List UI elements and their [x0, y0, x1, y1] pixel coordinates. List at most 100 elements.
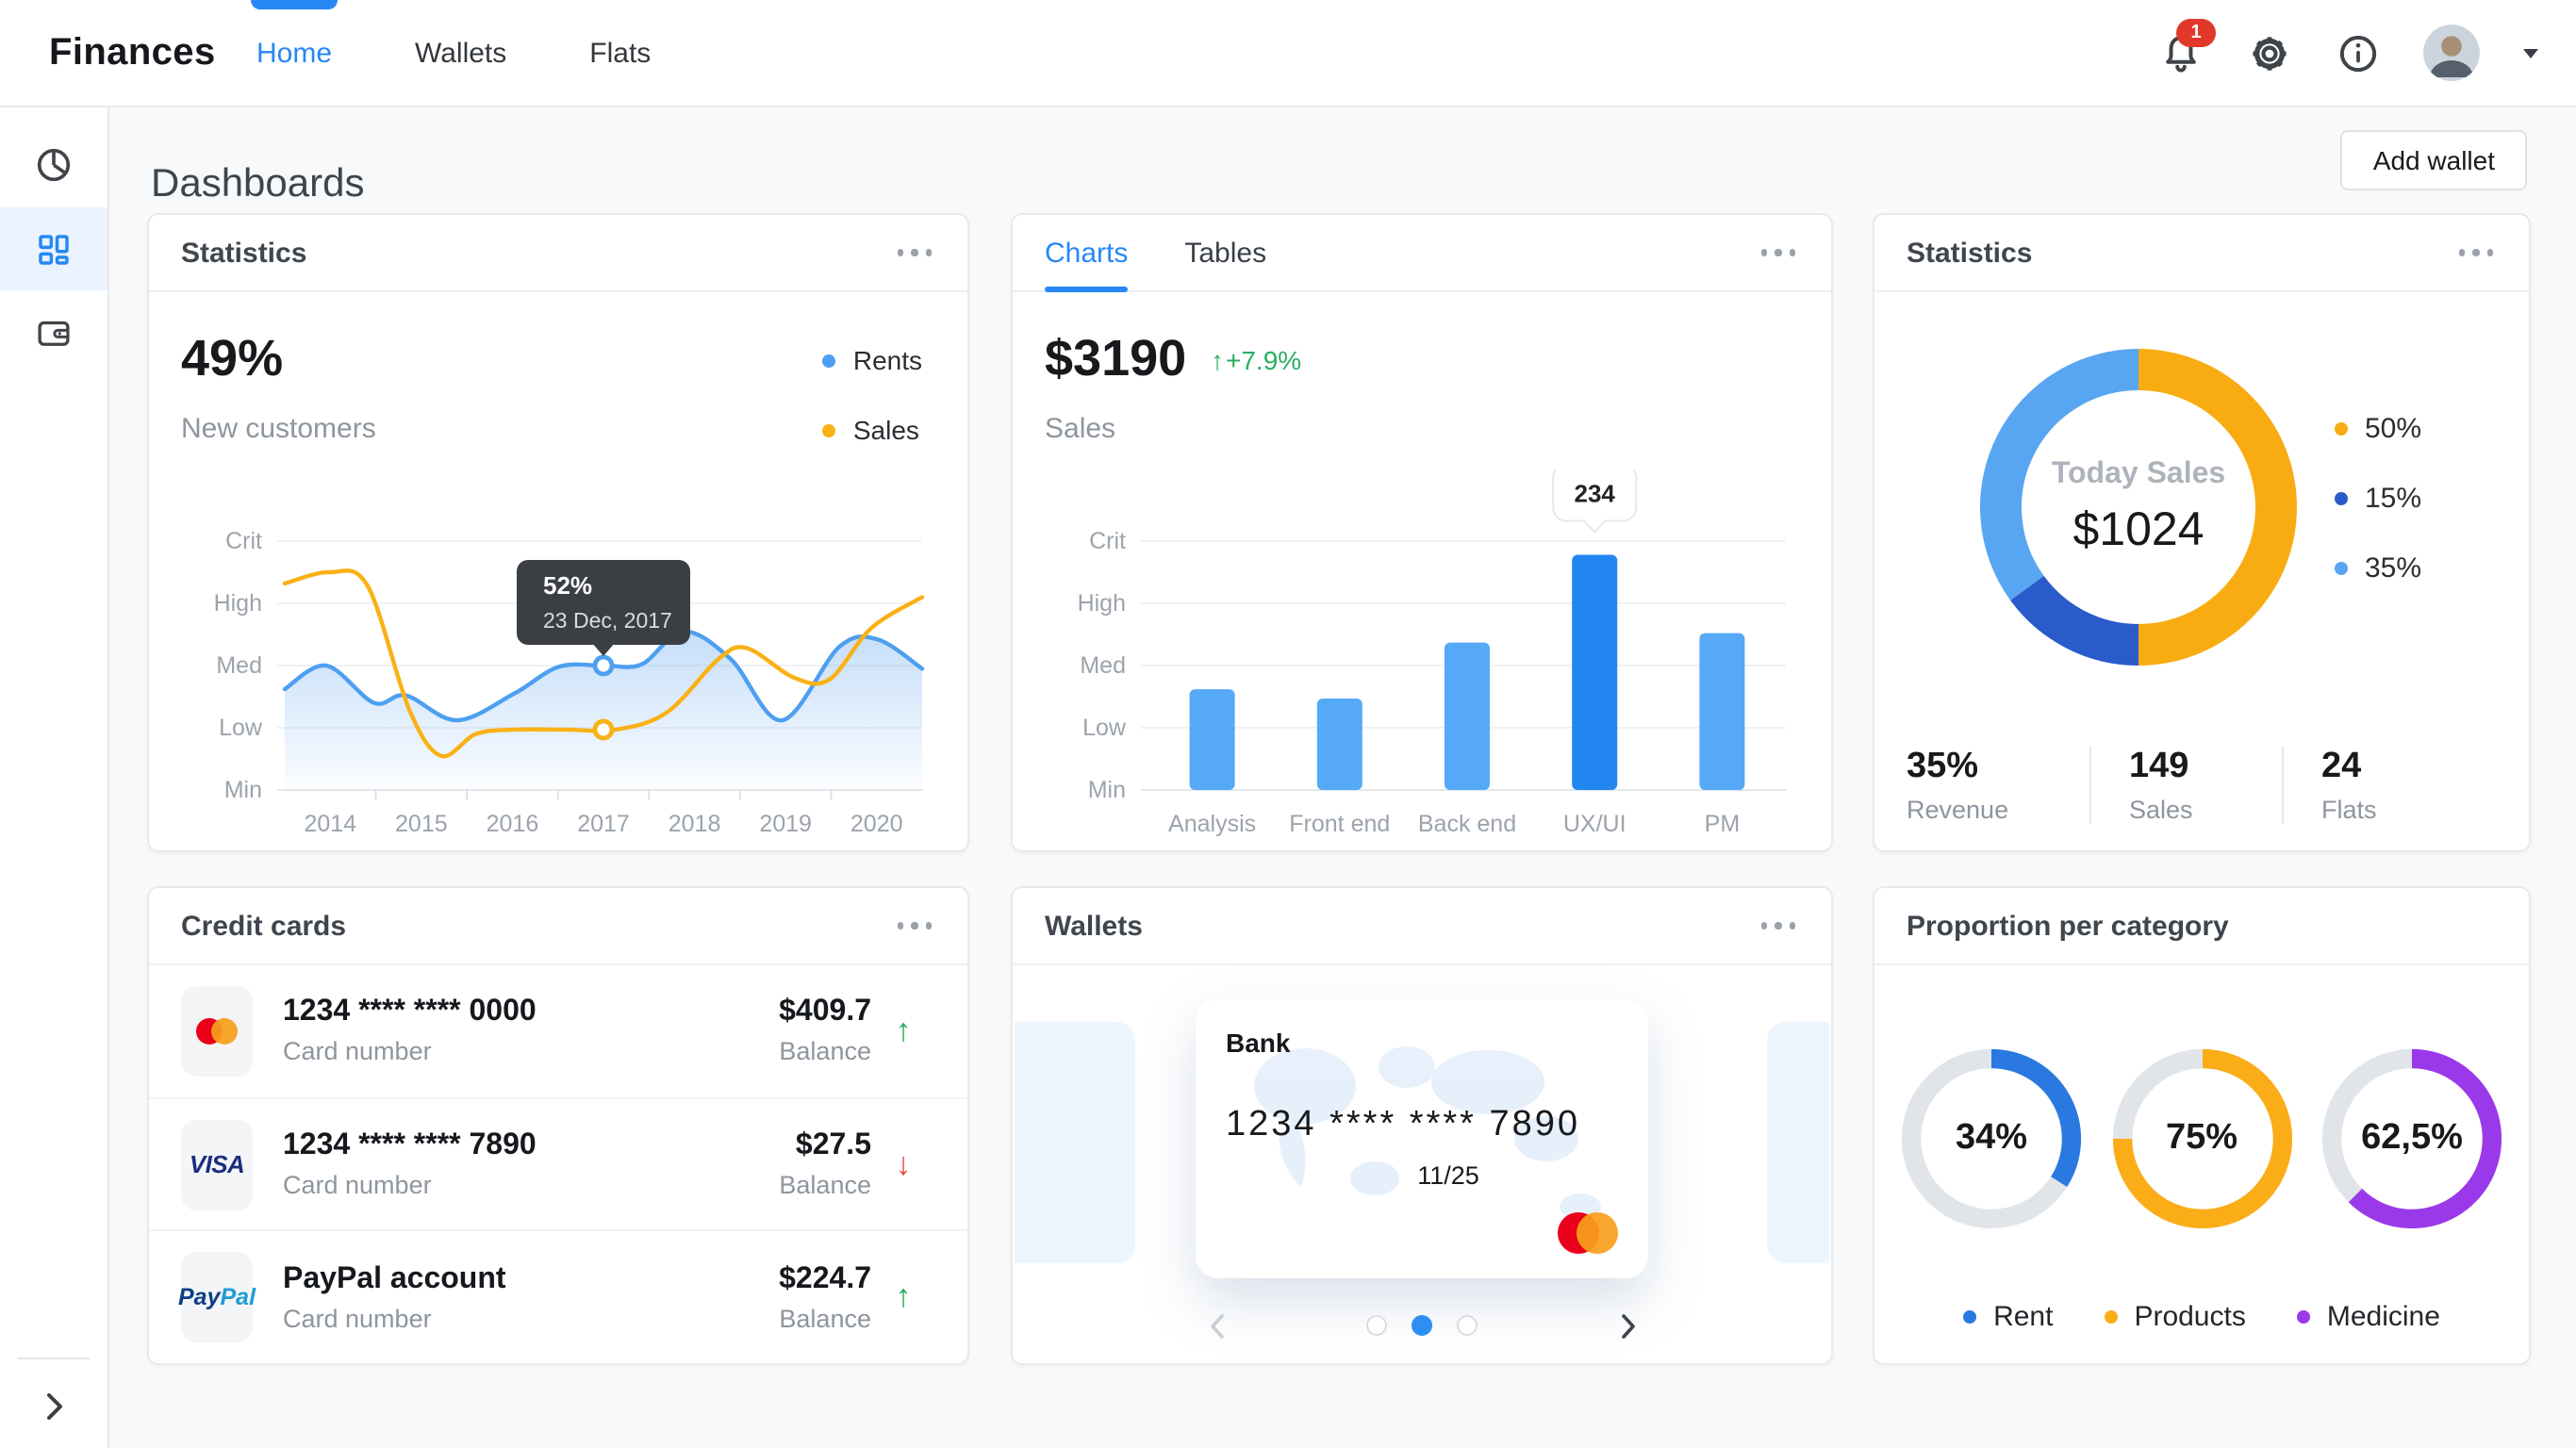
- trend-arrow-icon: ↑: [871, 1012, 935, 1050]
- card-header: Statistics: [1874, 215, 2529, 292]
- charts-tables-card: Charts Tables $3190 ↑ +7.9% Sales CritHi…: [1011, 213, 1833, 852]
- arrow-up-icon: ↑: [1211, 345, 1224, 375]
- carousel-dot[interactable]: [1366, 1315, 1387, 1336]
- stat-label: Sales: [2129, 796, 2263, 824]
- card-menu-button[interactable]: [893, 239, 935, 268]
- credit-card-row-paypal[interactable]: PayPal PayPal account Card number $224.7…: [149, 1230, 967, 1363]
- statistics-donut-card: Statistics Today Sales $1024 50%: [1873, 213, 2531, 852]
- mastercard-logo: [181, 986, 253, 1077]
- bank-card[interactable]: Bank 1234 **** **** 7890 11/25: [1196, 999, 1648, 1278]
- sidebar-item-wallets[interactable]: [0, 290, 107, 373]
- carousel-controls: [1013, 1303, 1831, 1348]
- finance-dashboard-app: Finances Home Wallets Flats 1: [0, 0, 2576, 1448]
- svg-text:Crit: Crit: [1089, 528, 1126, 554]
- card-header: Proportion per category: [1874, 888, 2529, 965]
- add-wallet-button[interactable]: Add wallet: [2341, 130, 2527, 190]
- card-info: PayPal account Card number: [283, 1262, 506, 1332]
- card-header: Wallets: [1013, 888, 1831, 965]
- svg-text:Low: Low: [1082, 715, 1127, 741]
- credit-card-row-visa[interactable]: VISA 1234 **** **** 7890 Card number $27…: [149, 1096, 967, 1229]
- card-info: 1234 **** **** 7890 Card number: [283, 1129, 537, 1199]
- carousel-prev-button[interactable]: [1194, 1303, 1239, 1348]
- legend-label: 35%: [2365, 552, 2421, 584]
- svg-text:2018: 2018: [669, 811, 721, 837]
- dashboard-grid-icon: [34, 229, 74, 269]
- nav-tab-flats[interactable]: Flats: [589, 0, 651, 106]
- ring-rent[interactable]: 34%: [1901, 1048, 2082, 1229]
- tab-tables[interactable]: Tables: [1184, 215, 1266, 290]
- card-title: Statistics: [181, 237, 306, 269]
- notifications-button[interactable]: 1: [2157, 30, 2203, 75]
- teams-bar-chart[interactable]: CritHighMedLowMinAnalysisFront endBack e…: [1043, 469, 1797, 843]
- legend-label: Sales: [853, 415, 919, 445]
- notification-badge: 1: [2176, 19, 2216, 47]
- svg-text:52%: 52%: [543, 571, 592, 600]
- ring-value: 62,5%: [2321, 1048, 2502, 1229]
- stat-value: 35%: [1907, 747, 2071, 788]
- stat-label: Revenue: [1907, 796, 2071, 824]
- navbar-actions: 1: [2157, 0, 2538, 106]
- ring-products[interactable]: 75%: [2111, 1048, 2292, 1229]
- donut-chart: [1959, 328, 2318, 686]
- sales-delta: ↑ +7.9%: [1211, 345, 1301, 375]
- card-body: 1234 **** **** 0000 Card number $409.7 B…: [149, 965, 967, 1363]
- proportion-legend: Rent Products Medicine: [1874, 1301, 2529, 1333]
- nav-tab-home[interactable]: Home: [256, 0, 332, 106]
- info-button[interactable]: [2335, 30, 2380, 75]
- svg-text:2016: 2016: [487, 811, 539, 837]
- card-body: 49% New customers Rents Sales CritHighMe…: [149, 292, 967, 850]
- user-avatar[interactable]: [2423, 25, 2480, 81]
- svg-text:Back end: Back end: [1418, 811, 1516, 837]
- sidebar-divider: [17, 1358, 91, 1359]
- active-tab-indicator: [251, 0, 338, 9]
- legend-item-rent: Rent: [1963, 1301, 2053, 1333]
- ring-medicine[interactable]: 62,5%: [2321, 1048, 2502, 1229]
- page-title: Dashboards: [151, 162, 364, 207]
- stat-flats: 24 Flats: [2282, 747, 2396, 824]
- card-title: Proportion per category: [1907, 910, 2229, 942]
- card-menu-button[interactable]: [1757, 239, 1799, 268]
- legend-item-sales: Sales: [823, 415, 922, 445]
- nav-tab-wallets[interactable]: Wallets: [415, 0, 506, 106]
- gear-icon: [2247, 31, 2290, 74]
- card-menu-button[interactable]: [1757, 912, 1799, 941]
- sidebar-item-analytics[interactable]: [0, 123, 107, 206]
- ellipsis-icon: [897, 923, 903, 930]
- carousel-dot[interactable]: [1412, 1315, 1432, 1336]
- card-menu-button[interactable]: [2454, 239, 2497, 268]
- sidebar-expand-button[interactable]: [0, 1384, 107, 1429]
- legend-dot: [823, 354, 836, 367]
- legend-item: 35%: [2335, 552, 2421, 584]
- trend-arrow-icon: ↓: [871, 1145, 935, 1183]
- balance-value: $224.7: [779, 1262, 871, 1296]
- app-logo: Finances: [49, 0, 216, 106]
- tab-label: Charts: [1045, 237, 1128, 269]
- profile-dropdown-caret[interactable]: [2523, 48, 2538, 58]
- carousel-next-button[interactable]: [1605, 1303, 1650, 1348]
- card-menu-button[interactable]: [893, 912, 935, 941]
- stat-value: 24: [2321, 747, 2377, 788]
- carousel-dot[interactable]: [1457, 1315, 1478, 1336]
- card-balance: $409.7 Balance: [779, 996, 871, 1066]
- settings-button[interactable]: [2246, 30, 2291, 75]
- legend-dot: [1963, 1310, 1976, 1324]
- card-number-label: Card number: [283, 1304, 506, 1332]
- rents-sales-line-chart[interactable]: CritHighMedLowMin20142015201620172018201…: [179, 522, 933, 843]
- ellipsis-icon: [1760, 923, 1767, 930]
- credit-card-row-mastercard[interactable]: 1234 **** **** 0000 Card number $409.7 B…: [149, 965, 967, 1096]
- sidebar-item-dashboards[interactable]: [0, 207, 107, 290]
- balance-label: Balance: [779, 1038, 871, 1066]
- legend-dot: [823, 423, 836, 436]
- today-sales-donut[interactable]: Today Sales $1024: [1959, 328, 2318, 686]
- carousel-next-card[interactable]: [1767, 1022, 1829, 1263]
- tab-charts[interactable]: Charts: [1045, 215, 1128, 290]
- card-header: Charts Tables: [1013, 215, 1831, 292]
- tab-label: Tables: [1184, 237, 1266, 269]
- svg-text:UX/UI: UX/UI: [1563, 811, 1627, 837]
- legend-label: 15%: [2365, 483, 2421, 515]
- card-number: 1234 **** **** 7890: [283, 1129, 537, 1163]
- ring-value: 34%: [1901, 1048, 2082, 1229]
- stat-revenue: 35% Revenue: [1907, 747, 2089, 824]
- svg-text:2020: 2020: [850, 811, 903, 837]
- carousel-prev-card[interactable]: [1015, 1022, 1135, 1263]
